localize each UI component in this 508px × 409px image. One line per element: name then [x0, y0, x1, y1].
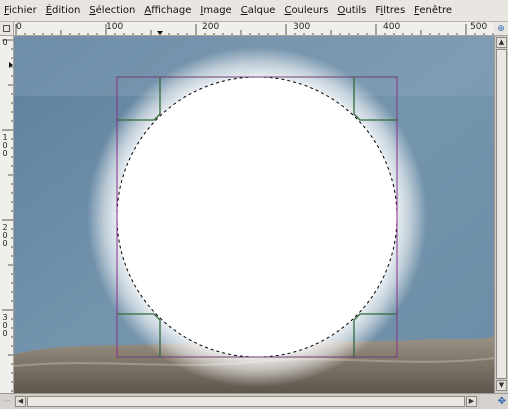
navigate-corner[interactable]: ⊕	[494, 22, 508, 36]
canvas-image	[14, 36, 494, 393]
menu-filtres-label: ltres	[383, 4, 406, 16]
menu-edition-label: dition	[52, 4, 81, 16]
square-icon	[3, 25, 10, 32]
menu-edition[interactable]: Édition	[46, 0, 81, 22]
menu-selection[interactable]: Sélection	[89, 0, 135, 22]
menu-bar: Fichier Édition Sélection Affichage Imag…	[0, 0, 508, 22]
hruler-label: 200	[202, 22, 220, 32]
horizontal-scroll-thumb[interactable]	[27, 396, 465, 407]
menu-fenetre[interactable]: Fenêtre	[414, 0, 452, 22]
image-window: Fichier Édition Sélection Affichage Imag…	[0, 0, 508, 409]
menu-image-label: mage	[203, 4, 232, 16]
glow-core	[117, 77, 397, 357]
quick-mask-icon: ⋯	[3, 397, 11, 405]
hruler-pointer	[157, 31, 163, 35]
hruler-label: 400	[383, 22, 401, 32]
vruler-label: 1 0 0	[2, 133, 8, 158]
vertical-ruler-ticks	[2, 39, 13, 392]
menu-fichier-label: ichier	[9, 4, 37, 16]
menu-calque-mnemonic: C	[240, 4, 248, 16]
horizontal-scrollbar[interactable]: ◀ ▶	[14, 393, 480, 409]
arrow-left-icon[interactable]: ◀	[15, 396, 26, 407]
menu-affichage[interactable]: Affichage	[144, 0, 191, 22]
menu-outils[interactable]: Outils	[337, 0, 366, 22]
vruler-label: 3 0 0	[2, 313, 8, 338]
vertical-scroll-thumb[interactable]	[496, 49, 507, 379]
quick-mask-toggle[interactable]: ⋯	[0, 393, 14, 409]
vruler-label: 2 0 0	[2, 223, 8, 248]
image-canvas[interactable]	[14, 36, 494, 393]
vertical-ruler[interactable]: 0 1 0 0 2 0 0 3 0 0	[0, 36, 14, 393]
menu-affichage-label: ffichage	[151, 4, 192, 16]
menu-selection-label: élection	[95, 4, 136, 16]
menu-image[interactable]: Image	[200, 0, 231, 22]
ruler-corner[interactable]	[0, 22, 14, 36]
vruler-label: 0	[2, 38, 8, 47]
navigate-icon: ⊕	[497, 24, 505, 34]
hruler-label: 0	[16, 22, 22, 32]
menu-fichier[interactable]: Fichier	[4, 0, 37, 22]
menu-couleurs-label: ouleurs	[291, 4, 329, 16]
vertical-scrollbar[interactable]: ▲ ▼	[494, 36, 508, 393]
arrow-up-icon[interactable]: ▲	[496, 37, 507, 48]
navigate-icon: ✥	[497, 396, 506, 407]
horizontal-ruler-ticks	[15, 24, 494, 35]
hruler-label: 500	[470, 22, 488, 32]
navigate-button[interactable]: ✥	[480, 393, 508, 409]
menu-calque-label: alque	[247, 4, 276, 16]
menu-fenetre-label: enêtre	[419, 4, 452, 16]
hruler-label: 300	[293, 22, 311, 32]
arrow-down-icon[interactable]: ▼	[496, 380, 507, 391]
horizontal-ruler[interactable]: 0 100 200 300 400 500	[14, 22, 494, 36]
menu-calque[interactable]: Calque	[241, 0, 276, 22]
hruler-label: 100	[106, 22, 124, 32]
arrow-right-icon[interactable]: ▶	[466, 396, 477, 407]
menu-filtres[interactable]: Filtres	[375, 0, 405, 22]
menu-couleurs[interactable]: Couleurs	[284, 0, 328, 22]
menu-outils-label: utils	[345, 4, 367, 16]
